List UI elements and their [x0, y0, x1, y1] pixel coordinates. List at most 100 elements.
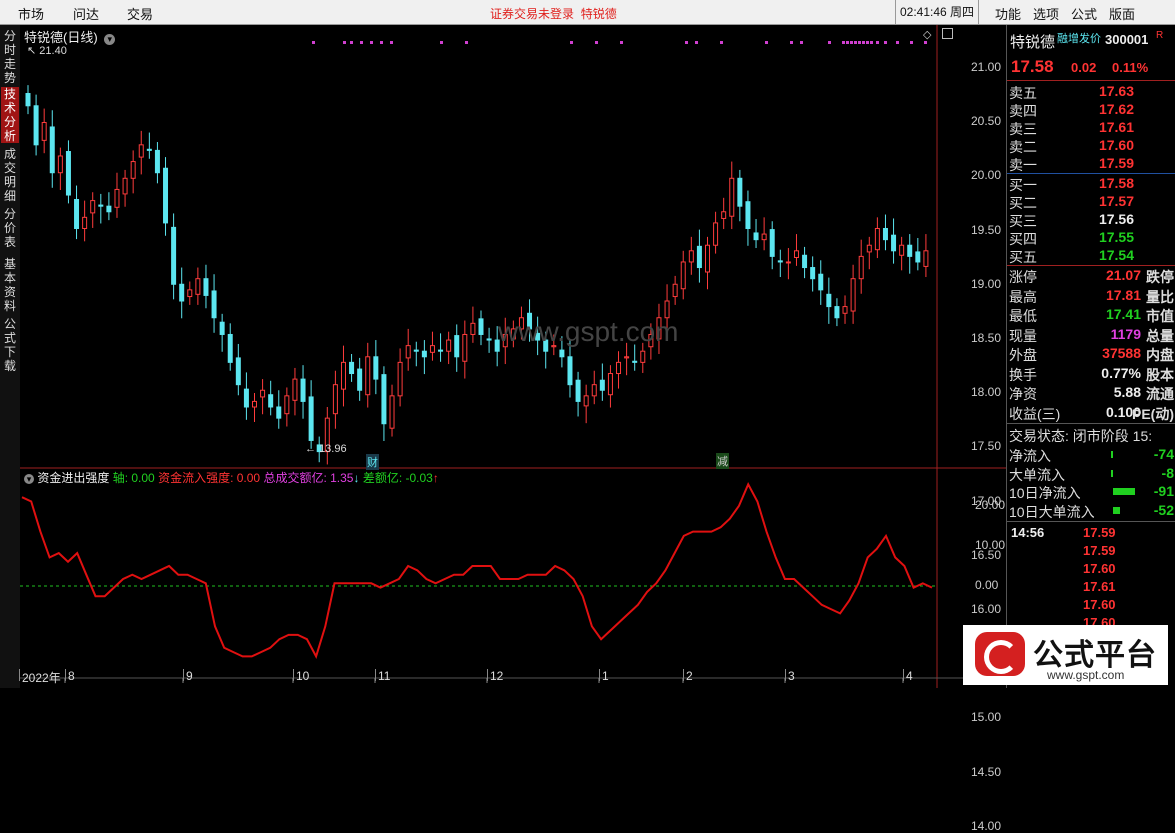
candle-body — [713, 222, 719, 246]
financial-report-marker[interactable]: 财 — [366, 454, 379, 470]
sell-row-3: 卖三 17.61 — [1009, 119, 1174, 138]
quote-stock-name: 特锐德 — [1010, 34, 1056, 51]
flow-bar — [1111, 469, 1113, 477]
signal-dot — [800, 41, 803, 44]
stat-right-label: 跌停 — [1146, 269, 1174, 285]
signal-dot — [390, 41, 393, 44]
chevron-down-icon[interactable]: ▾ — [24, 474, 34, 484]
kline-chart[interactable] — [20, 25, 1006, 688]
buy-price: 17.56 — [1098, 211, 1134, 227]
tab-formula-download[interactable]: 公式下载 — [1, 317, 19, 373]
candle-body — [397, 361, 403, 397]
stat-right-label: 流通 — [1146, 386, 1174, 402]
menu-market[interactable]: 市场 — [18, 4, 44, 23]
indicator-axis-value: 轴: 0.00 — [112, 471, 155, 485]
buy-label: 买五 — [1009, 249, 1037, 265]
candle-body — [834, 306, 840, 319]
candle-body — [57, 155, 63, 174]
price-tick: 19.00 — [971, 276, 1002, 291]
time-tick-line — [487, 669, 488, 681]
candle-body — [470, 322, 476, 335]
candle-body — [446, 339, 452, 352]
tab-price-table[interactable]: 分价表 — [1, 207, 19, 249]
clock: 02:41:46 周四 — [895, 0, 979, 24]
stat-label: 净资 — [1009, 386, 1037, 402]
signal-dot — [910, 41, 913, 44]
chevron-down-icon[interactable]: ▾ — [104, 34, 116, 45]
candle-body — [915, 251, 921, 263]
sell-price: 17.62 — [1098, 101, 1134, 117]
signal-dot — [440, 41, 443, 44]
tab-timeshare[interactable]: 分时走势 — [1, 29, 19, 85]
indicator-inflow-value: 资金流入强度: 0.00 — [158, 471, 261, 485]
buy-label: 买三 — [1009, 213, 1037, 229]
candle-body — [616, 361, 622, 375]
login-status[interactable]: 证券交易未登录 特锐德 — [490, 5, 617, 22]
flow-row: 大单流入 -8 — [1009, 465, 1174, 484]
sell-price: 17.60 — [1098, 137, 1134, 153]
window-restore-icon[interactable] — [942, 28, 953, 39]
price-tick: 14.50 — [971, 764, 1002, 779]
candle-body — [777, 260, 783, 263]
candle-body — [599, 379, 605, 391]
candle-body — [33, 105, 39, 146]
diamond-icon[interactable]: ◇ — [923, 28, 931, 41]
price-tick: 17.50 — [971, 439, 1002, 454]
time-label: 8 — [68, 669, 75, 683]
candle-body — [696, 245, 702, 269]
candle-body — [438, 349, 444, 352]
menu-options[interactable]: 选项 — [1033, 4, 1059, 23]
candle-body — [785, 261, 791, 264]
flow-bar — [1111, 451, 1113, 458]
tab-deal-detail[interactable]: 成交明细 — [1, 147, 19, 203]
signal-dot — [380, 41, 383, 44]
menu-formula[interactable]: 公式 — [1071, 4, 1097, 23]
tick-price: 17.60 — [1083, 561, 1116, 576]
signal-dot — [854, 41, 857, 44]
time-tick-line — [375, 669, 376, 681]
stat-value: 1179 — [1110, 325, 1141, 342]
candle-body — [421, 350, 427, 358]
stat-value: 17.81 — [1105, 286, 1141, 303]
candle-body — [907, 244, 913, 257]
watermark: www.gspt.com — [498, 316, 679, 347]
candle-body — [106, 205, 112, 213]
trade-status-text: 交易状态: 闭市阶段 — [1009, 428, 1129, 444]
trade-status: 交易状态: 闭市阶段 15: — [1009, 426, 1152, 446]
signal-dot — [846, 41, 849, 44]
indicator-header[interactable]: ▾ 资金进出强度 轴: 0.00 资金流入强度: 0.00 总成交额亿: 1.3… — [24, 469, 439, 486]
candle-body — [850, 278, 856, 312]
candle-body — [842, 306, 848, 314]
sell-label: 卖一 — [1009, 157, 1037, 173]
sell-row-1: 卖一 17.59 — [1009, 155, 1174, 174]
candle-body — [389, 395, 395, 429]
tab-basic-info[interactable]: 基本资料 — [1, 257, 19, 313]
arrow-up-icon: ↑ — [432, 471, 439, 485]
candle-body — [130, 161, 136, 179]
menu-wenda[interactable]: 问达 — [73, 4, 99, 23]
menu-trade[interactable]: 交易 — [127, 4, 153, 23]
tab-technical[interactable]: 技术分析 — [1, 87, 19, 143]
stat-right-label: 内盘 — [1146, 347, 1174, 363]
stat-label: 收益(三) — [1009, 405, 1061, 422]
flow-label: 10日大单流入 — [1009, 503, 1095, 520]
candle-body — [90, 200, 96, 214]
menu-layout[interactable]: 版面 — [1109, 4, 1135, 23]
candle-body — [219, 321, 225, 335]
menu-function[interactable]: 功能 — [995, 4, 1021, 23]
stat-row: 最低 17.41 市值 — [1009, 306, 1174, 325]
flow-value: -91 — [1153, 483, 1174, 499]
candle-body — [729, 177, 735, 217]
stat-value: 5.88 — [1113, 384, 1141, 400]
reduction-marker[interactable]: 减 — [716, 453, 729, 469]
buy-label: 买二 — [1009, 195, 1037, 211]
candle-body — [721, 211, 727, 219]
candle-body — [923, 250, 929, 267]
candle-body — [607, 373, 613, 396]
high-label: ↖ 21.40 — [27, 45, 67, 57]
buy-price: 17.54 — [1098, 247, 1134, 263]
time-label: 4 — [906, 669, 913, 683]
stat-row: 外盘 37588 内盘 — [1009, 345, 1174, 364]
stat-row: 换手 0.77% 股本 — [1009, 365, 1174, 384]
signal-dot — [896, 41, 899, 44]
